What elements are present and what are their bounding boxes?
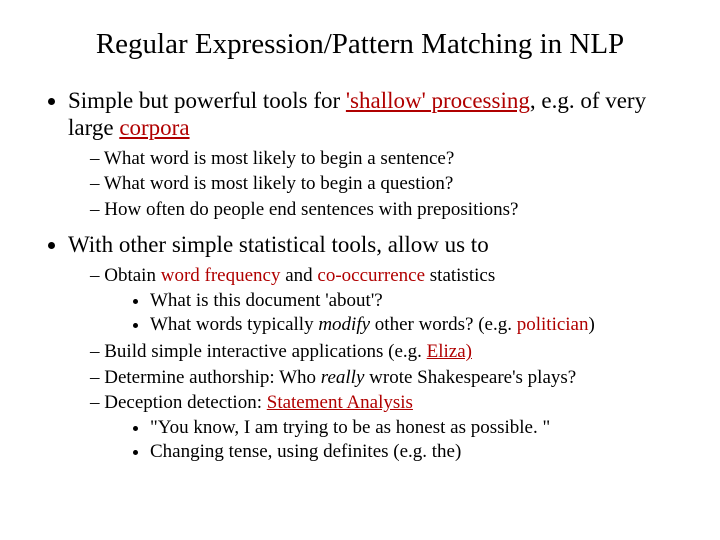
text: wrote Shakespeare's plays?	[364, 367, 576, 388]
text: Simple but powerful tools for	[68, 88, 346, 113]
list-item: Determine authorship: Who really wrote S…	[90, 366, 682, 389]
slide-title: Regular Expression/Pattern Matching in N…	[38, 28, 682, 61]
sub-list: What word is most likely to begin a sent…	[68, 147, 682, 221]
text: How often do people end sentences with p…	[104, 199, 518, 220]
politician: politician	[517, 314, 589, 335]
text: What is this document 'about'?	[150, 290, 383, 311]
modify-italic: modify	[318, 314, 370, 335]
eliza-link[interactable]: Eliza)	[427, 341, 472, 362]
co-occurrence: co-occurrence	[317, 265, 425, 286]
bullet-list: Simple but powerful tools for 'shallow' …	[38, 87, 682, 463]
text: What word is most likely to begin a sent…	[104, 148, 454, 169]
list-item: What words typically modify other words?…	[150, 313, 682, 336]
text: "You know, I am trying to be as honest a…	[150, 417, 550, 438]
text: What words typically	[150, 314, 318, 335]
sub-list: Obtain word frequency and co-occurrence …	[68, 264, 682, 463]
bullet-1: Simple but powerful tools for 'shallow' …	[68, 87, 682, 221]
corpora-link[interactable]: corpora	[119, 115, 189, 140]
bullet-2: With other simple statistical tools, all…	[68, 231, 682, 464]
text: With other simple statistical tools, all…	[68, 232, 489, 257]
sub-list: "You know, I am trying to be as honest a…	[104, 416, 682, 463]
list-item: How often do people end sentences with p…	[90, 198, 682, 221]
list-item: Build simple interactive applications (e…	[90, 340, 682, 363]
text: )	[589, 314, 595, 335]
slide: Regular Expression/Pattern Matching in N…	[0, 0, 720, 540]
list-item: Deception detection: Statement Analysis …	[90, 391, 682, 464]
list-item: What is this document 'about'?	[150, 289, 682, 312]
text: Deception detection:	[104, 392, 267, 413]
list-item: Changing tense, using definites (e.g. th…	[150, 440, 682, 463]
text: Determine authorship: Who	[104, 367, 321, 388]
text: statistics	[425, 265, 495, 286]
shallow-link[interactable]: 'shallow' processing	[346, 88, 530, 113]
text: other words? (e.g.	[370, 314, 517, 335]
sub-list: What is this document 'about'? What word…	[104, 289, 682, 336]
text: Obtain	[104, 265, 160, 286]
list-item: What word is most likely to begin a sent…	[90, 147, 682, 170]
text: Changing tense, using definites (e.g. th…	[150, 441, 461, 462]
text: What word is most likely to begin a ques…	[104, 173, 453, 194]
text: and	[280, 265, 317, 286]
word-frequency: word frequency	[161, 265, 281, 286]
list-item: What word is most likely to begin a ques…	[90, 172, 682, 195]
list-item: Obtain word frequency and co-occurrence …	[90, 264, 682, 337]
really-italic: really	[321, 367, 365, 388]
text: Build simple interactive applications (e…	[104, 341, 426, 362]
list-item: "You know, I am trying to be as honest a…	[150, 416, 682, 439]
statement-analysis-link[interactable]: Statement Analysis	[267, 392, 413, 413]
